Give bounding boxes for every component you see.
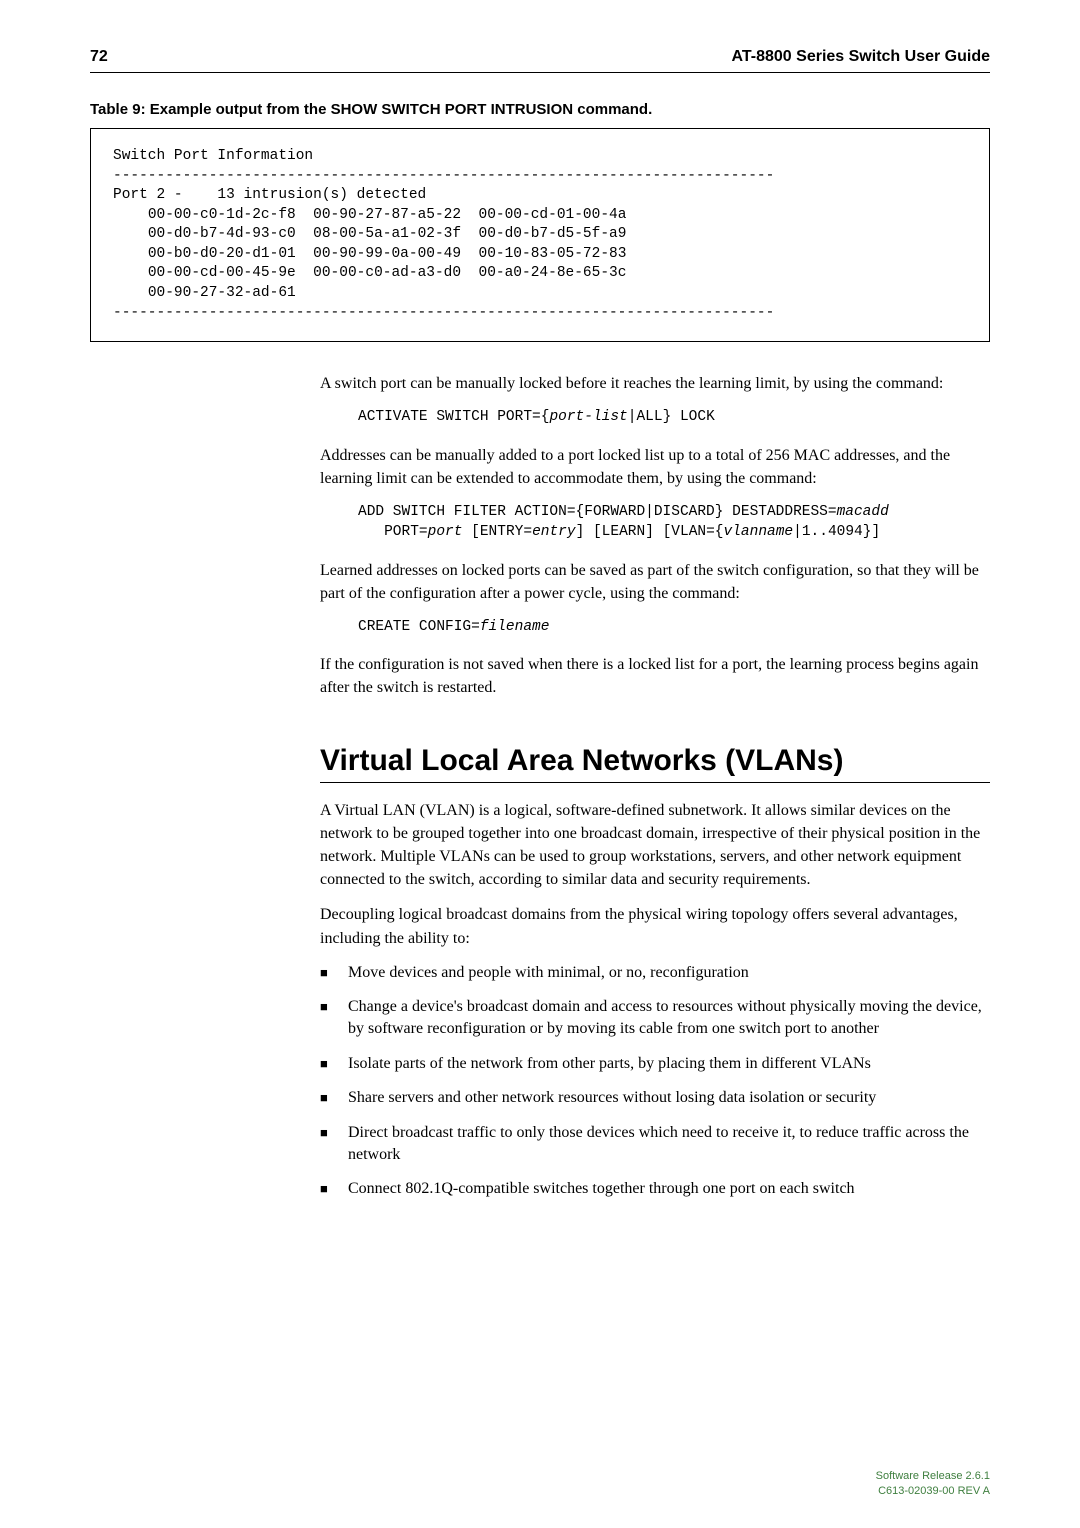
mac: 00-d0-b7-4d-93-c0 bbox=[148, 226, 296, 242]
code-line: Switch Port Information bbox=[113, 148, 313, 164]
cmd-text: |1..4094}] bbox=[793, 524, 880, 540]
command-line: ACTIVATE SWITCH PORT={port-list|ALL} LOC… bbox=[358, 407, 990, 427]
cmd-arg: entry bbox=[532, 524, 576, 540]
code-line: Port 2 - 13 intrusion(s) detected bbox=[113, 187, 426, 203]
cmd-arg: macadd bbox=[837, 504, 889, 520]
cmd-text: [ENTRY= bbox=[462, 524, 532, 540]
cmd-text: ACTIVATE SWITCH PORT={ bbox=[358, 409, 549, 425]
cmd-text: ADD SWITCH FILTER ACTION={FORWARD|DISCAR… bbox=[358, 504, 837, 520]
mac: 08-00-5a-a1-02-3f bbox=[313, 226, 461, 242]
body-content: A switch port can be manually locked bef… bbox=[320, 372, 990, 1201]
list-item: Move devices and people with minimal, or… bbox=[320, 962, 990, 984]
page-header: 72 AT-8800 Series Switch User Guide bbox=[90, 48, 990, 73]
section-heading: Virtual Local Area Networks (VLANs) bbox=[320, 744, 990, 778]
cmd-text: |ALL} LOCK bbox=[628, 409, 715, 425]
section-rule bbox=[320, 782, 990, 783]
table-title: Table 9: Example output from the SHOW SW… bbox=[90, 101, 990, 118]
cmd-text: CREATE CONFIG= bbox=[358, 619, 480, 635]
mac: 00-00-cd-00-45-9e bbox=[148, 265, 296, 281]
page-number: 72 bbox=[90, 48, 108, 66]
command-line: CREATE CONFIG=filename bbox=[358, 617, 990, 637]
cmd-arg: port bbox=[428, 524, 463, 540]
cmd-text: ] [LEARN] [VLAN={ bbox=[576, 524, 724, 540]
bullet-list: Move devices and people with minimal, or… bbox=[320, 962, 990, 1201]
code-line: ----------------------------------------… bbox=[113, 168, 774, 184]
cmd-arg: vlanname bbox=[724, 524, 794, 540]
footer-line: C613-02039-00 REV A bbox=[876, 1484, 990, 1498]
mac: 00-d0-b7-d5-5f-a9 bbox=[479, 226, 627, 242]
mac: 00-a0-24-8e-65-3c bbox=[479, 265, 627, 281]
mac: 00-90-27-87-a5-22 bbox=[313, 207, 461, 223]
paragraph: A Virtual LAN (VLAN) is a logical, softw… bbox=[320, 799, 990, 892]
list-item: Share servers and other network resource… bbox=[320, 1087, 990, 1109]
list-item: Connect 802.1Q-compatible switches toget… bbox=[320, 1178, 990, 1200]
mac: 00-90-99-0a-00-49 bbox=[313, 246, 461, 262]
mac: 00-00-c0-1d-2c-f8 bbox=[148, 207, 296, 223]
paragraph: A switch port can be manually locked bef… bbox=[320, 372, 990, 395]
page-footer: Software Release 2.6.1 C613-02039-00 REV… bbox=[876, 1469, 990, 1498]
paragraph: Addresses can be manually added to a por… bbox=[320, 444, 990, 490]
paragraph: Decoupling logical broadcast domains fro… bbox=[320, 903, 990, 949]
footer-line: Software Release 2.6.1 bbox=[876, 1469, 990, 1483]
list-item: Isolate parts of the network from other … bbox=[320, 1053, 990, 1075]
command-line: ADD SWITCH FILTER ACTION={FORWARD|DISCAR… bbox=[358, 502, 990, 543]
code-line: ----------------------------------------… bbox=[113, 305, 774, 321]
code-output-box: Switch Port Information ----------------… bbox=[90, 128, 990, 342]
mac: 00-10-83-05-72-83 bbox=[479, 246, 627, 262]
mac: 00-b0-d0-20-d1-01 bbox=[148, 246, 296, 262]
mac: 00-90-27-32-ad-61 bbox=[148, 285, 296, 301]
paragraph: If the configuration is not saved when t… bbox=[320, 653, 990, 699]
cmd-arg: filename bbox=[480, 619, 550, 635]
mac: 00-00-cd-01-00-4a bbox=[479, 207, 627, 223]
cmd-text: PORT= bbox=[358, 524, 428, 540]
cmd-arg: port-list bbox=[549, 409, 627, 425]
list-item: Direct broadcast traffic to only those d… bbox=[320, 1122, 990, 1167]
list-item: Change a device's broadcast domain and a… bbox=[320, 996, 990, 1041]
mac: 00-00-c0-ad-a3-d0 bbox=[313, 265, 461, 281]
paragraph: Learned addresses on locked ports can be… bbox=[320, 559, 990, 605]
page-header-title: AT-8800 Series Switch User Guide bbox=[732, 48, 990, 66]
